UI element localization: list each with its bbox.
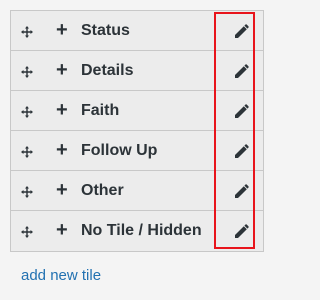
tile-label: No Tile / Hidden: [81, 222, 202, 239]
expand-toggle[interactable]: +: [56, 99, 68, 121]
tile-label: Other: [81, 182, 124, 199]
move-icon[interactable]: [21, 105, 33, 118]
tiles-list: + Status + Details + Faith + Follow Up +…: [10, 10, 264, 252]
tile-row-other: + Other: [11, 171, 263, 211]
tile-label: Faith: [81, 102, 120, 119]
tile-label: Follow Up: [81, 142, 158, 159]
tile-label: Status: [81, 22, 130, 39]
pencil-icon[interactable]: [233, 62, 251, 80]
pencil-icon[interactable]: [233, 182, 251, 200]
tile-row-no-tile-hidden: + No Tile / Hidden: [11, 211, 263, 251]
expand-toggle[interactable]: +: [56, 219, 68, 241]
tile-row-follow-up: + Follow Up: [11, 131, 263, 171]
expand-toggle[interactable]: +: [56, 179, 68, 201]
pencil-icon[interactable]: [233, 102, 251, 120]
move-icon[interactable]: [21, 145, 33, 158]
expand-toggle[interactable]: +: [56, 59, 68, 81]
expand-toggle[interactable]: +: [56, 19, 68, 41]
pencil-icon[interactable]: [233, 222, 251, 240]
move-icon[interactable]: [21, 225, 33, 238]
tile-row-status: + Status: [11, 11, 263, 51]
move-icon[interactable]: [21, 65, 33, 78]
tile-row-faith: + Faith: [11, 91, 263, 131]
pencil-icon[interactable]: [233, 142, 251, 160]
tile-row-details: + Details: [11, 51, 263, 91]
move-icon[interactable]: [21, 185, 33, 198]
expand-toggle[interactable]: +: [56, 139, 68, 161]
pencil-icon[interactable]: [233, 22, 251, 40]
move-icon[interactable]: [21, 25, 33, 38]
tile-label: Details: [81, 62, 134, 79]
add-new-tile-link[interactable]: add new tile: [21, 267, 101, 285]
